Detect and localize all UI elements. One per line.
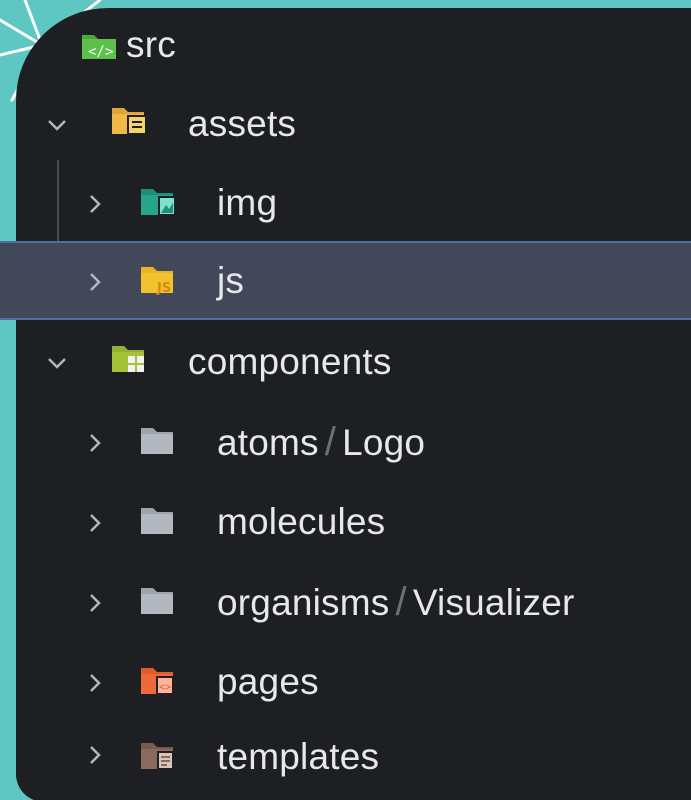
chevron-right-icon[interactable] bbox=[84, 432, 106, 454]
project-file-tree: </> src assets img JS js components atom… bbox=[0, 0, 691, 782]
tree-label-src: src bbox=[126, 24, 176, 65]
folder-icon bbox=[141, 588, 173, 614]
chevron-right-icon[interactable] bbox=[84, 592, 106, 614]
folder-name-organisms: organisms bbox=[217, 582, 390, 623]
tree-label-organisms: organisms / Visualizer bbox=[217, 580, 575, 625]
pages-folder-icon: <> bbox=[141, 668, 174, 695]
tree-label-components: components bbox=[188, 341, 392, 382]
javascript-folder-icon: JS bbox=[141, 267, 173, 295]
tree-label-molecules: molecules bbox=[217, 501, 386, 542]
svg-text:JS: JS bbox=[156, 281, 171, 295]
folder-name-visualizer: Visualizer bbox=[412, 582, 575, 623]
folder-name-atoms: atoms bbox=[217, 422, 319, 463]
assets-folder-icon bbox=[112, 108, 147, 135]
tree-row-pages[interactable]: <> pages bbox=[0, 642, 691, 722]
tree-label-img: img bbox=[217, 182, 278, 223]
source-code-folder-icon: </> bbox=[82, 35, 116, 60]
tree-label-assets: assets bbox=[188, 103, 297, 144]
tree-row-components[interactable]: components bbox=[0, 322, 691, 402]
chevron-right-icon[interactable] bbox=[84, 744, 106, 766]
tree-row-img[interactable]: img bbox=[0, 163, 691, 243]
tree-row-assets[interactable]: assets bbox=[0, 84, 691, 164]
tree-label-pages: pages bbox=[217, 661, 319, 702]
tree-row-organisms[interactable]: organisms / Visualizer bbox=[0, 562, 691, 642]
svg-text:</>: </> bbox=[88, 44, 113, 60]
folder-icon bbox=[141, 428, 173, 454]
image-folder-icon bbox=[141, 189, 176, 216]
tree-row-js[interactable]: JS js bbox=[0, 241, 691, 320]
chevron-down-icon[interactable] bbox=[46, 352, 68, 374]
path-separator: / bbox=[395, 580, 407, 624]
tree-label-js: js bbox=[217, 260, 245, 301]
path-separator: / bbox=[324, 420, 337, 464]
tree-row-molecules[interactable]: molecules bbox=[0, 482, 691, 562]
folder-icon bbox=[141, 508, 173, 534]
folder-name-logo: Logo bbox=[342, 422, 426, 463]
components-folder-icon bbox=[112, 346, 144, 372]
chevron-right-icon[interactable] bbox=[84, 512, 106, 534]
tree-label-atoms: atoms / Logo bbox=[217, 420, 425, 465]
tree-label-templates: templates bbox=[217, 736, 380, 777]
tree-row-atoms[interactable]: atoms / Logo bbox=[0, 402, 691, 482]
svg-text:<>: <> bbox=[159, 682, 171, 693]
chevron-right-icon[interactable] bbox=[84, 271, 106, 293]
templates-folder-icon bbox=[141, 743, 174, 770]
chevron-right-icon[interactable] bbox=[84, 193, 106, 215]
chevron-down-icon[interactable] bbox=[46, 114, 68, 136]
chevron-right-icon[interactable] bbox=[84, 672, 106, 694]
tree-row-src[interactable]: </> src bbox=[0, 5, 691, 85]
tree-row-templates[interactable]: templates bbox=[0, 717, 691, 782]
